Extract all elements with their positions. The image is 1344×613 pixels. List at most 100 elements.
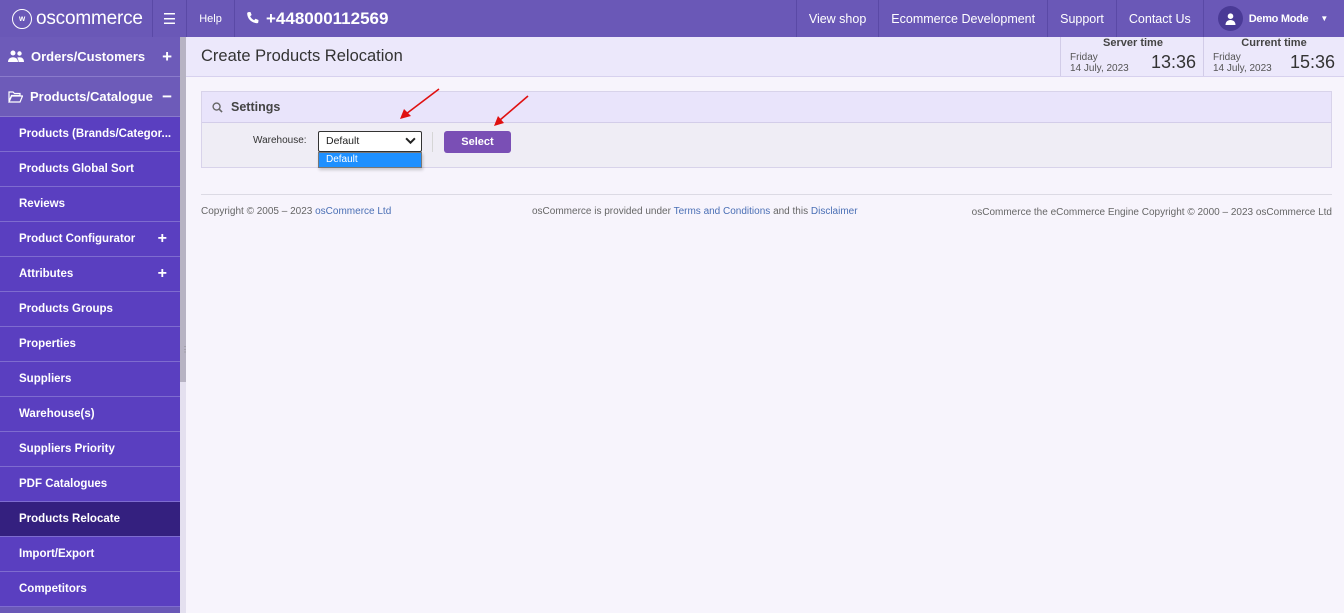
plus-icon[interactable]: +	[162, 47, 172, 67]
chevron-down-icon	[405, 137, 416, 145]
phone-text: +448000112569	[266, 8, 389, 28]
sidebar-item-products-groups[interactable]: Products Groups	[0, 292, 180, 327]
sidebar-item-suppliers[interactable]: Suppliers	[0, 362, 180, 397]
sidebar-group-label: Products/Catalogue	[30, 89, 153, 104]
phone-icon	[247, 11, 259, 24]
footer-engine-copyright: osCommerce the eCommerce Engine Copyrigh…	[971, 207, 1332, 218]
search-icon	[212, 101, 223, 113]
select-button[interactable]: Select	[444, 131, 511, 153]
resize-grip-icon[interactable]: ⋮	[181, 345, 189, 354]
folder-open-icon	[8, 90, 23, 103]
help-button[interactable]: Help	[187, 0, 235, 37]
server-time-label: Server time	[1103, 37, 1163, 49]
user-icon	[1225, 12, 1236, 25]
sidebar-group-products-catalogue[interactable]: Products/Catalogue −	[0, 77, 180, 117]
current-time-date-text: 14 July, 2023	[1213, 63, 1272, 74]
sidebar-item-label: Attributes	[19, 268, 74, 280]
server-time-value: 13:36	[1150, 52, 1196, 72]
sidebar-item-products-relocate[interactable]: Products Relocate	[0, 502, 180, 537]
sidebar-item-label: Products Relocate	[19, 513, 120, 525]
sidebar-item-import-export[interactable]: Import/Export	[0, 537, 180, 572]
sidebar-scrollbar[interactable]: ⋮	[180, 37, 189, 613]
sidebar-item-label: Properties	[19, 338, 76, 350]
settings-panel: Settings Warehouse: Default Default Sele…	[201, 91, 1332, 168]
sidebar-item-label: Products Global Sort	[19, 163, 135, 175]
current-time-date: Friday 14 July, 2023	[1213, 52, 1272, 74]
footer-provided-text: osCommerce is provided under	[532, 206, 671, 217]
users-icon	[8, 50, 24, 62]
footer-terms: osCommerce is provided under Terms and C…	[532, 206, 858, 217]
divider	[432, 132, 433, 152]
top-links: View shop Ecommerce Development Support …	[795, 0, 1203, 37]
sidebar-item-products-global-sort[interactable]: Products Global Sort	[0, 152, 180, 187]
sidebar-item-suppliers-priority[interactable]: Suppliers Priority	[0, 432, 180, 467]
page-header: Create Products Relocation Server time F…	[186, 37, 1344, 77]
plus-icon[interactable]: +	[158, 265, 167, 283]
phone-number: +448000112569	[235, 9, 796, 29]
warehouse-select-value: Default	[326, 135, 360, 147]
settings-header: Settings	[202, 92, 1331, 123]
sidebar-item-label: Suppliers Priority	[19, 443, 115, 455]
support-link[interactable]: Support	[1047, 0, 1116, 37]
top-bar: w oscommerce ☰ Help +448000112569 View s…	[0, 0, 1344, 37]
server-time-date-text: 14 July, 2023	[1070, 63, 1129, 74]
sidebar-item-warehouses[interactable]: Warehouse(s)	[0, 397, 180, 432]
logo-mark-icon: w	[12, 8, 32, 29]
server-time: Server time Friday 14 July, 2023 13:36	[1060, 37, 1205, 76]
footer-divider	[201, 194, 1332, 195]
caret-down-icon: ▼	[1320, 14, 1328, 23]
logo-text: oscommerce	[36, 7, 143, 29]
warehouse-select[interactable]: Default	[318, 131, 422, 152]
annotation-arrow-icon	[400, 88, 440, 119]
sidebar-item-pdf-catalogues[interactable]: PDF Catalogues	[0, 467, 180, 502]
sidebar: Orders/Customers + Products/Catalogue − …	[0, 37, 180, 613]
sidebar-item-products-brands-categories[interactable]: Products (Brands/Categor...	[0, 117, 180, 152]
footer-copyright: Copyright © 2005 – 2023 osCommerce Ltd	[201, 206, 391, 217]
sidebar-group-label: Orders/Customers	[31, 49, 146, 64]
settings-heading: Settings	[231, 100, 281, 114]
minus-icon[interactable]: −	[162, 87, 172, 107]
menu-toggle-button[interactable]: ☰	[152, 0, 187, 37]
user-name: Demo Mode	[1248, 12, 1309, 25]
sidebar-item-label: Reviews	[19, 198, 66, 210]
page-title: Create Products Relocation	[201, 47, 403, 65]
annotation-arrow-icon	[494, 95, 529, 126]
scrollbar-thumb[interactable]	[180, 37, 186, 382]
sidebar-item-label: Suppliers	[19, 373, 72, 385]
user-menu[interactable]: Demo Mode ▼	[1202, 0, 1344, 37]
warehouse-option-default[interactable]: Default	[319, 153, 421, 167]
sidebar-item-label: Warehouse(s)	[19, 408, 95, 420]
sidebar-item-label: Products Groups	[19, 303, 113, 315]
current-time: Current time Friday 14 July, 2023 15:36	[1203, 37, 1344, 76]
sidebar-item-label: PDF Catalogues	[19, 478, 108, 490]
sidebar-item-label: Competitors	[19, 583, 87, 595]
terms-link[interactable]: Terms and Conditions	[674, 206, 771, 217]
warehouse-dropdown-list: Default	[318, 152, 422, 168]
sidebar-item-competitors[interactable]: Competitors	[0, 572, 180, 607]
plus-icon[interactable]: +	[158, 230, 167, 248]
oscommerce-ltd-link[interactable]: osCommerce Ltd	[315, 206, 391, 217]
sidebar-item-reviews[interactable]: Reviews	[0, 187, 180, 222]
current-time-day: Friday	[1213, 52, 1241, 63]
sidebar-item-attributes[interactable]: Attributes +	[0, 257, 180, 292]
current-time-value: 15:36	[1289, 52, 1335, 72]
sidebar-group-orders-customers[interactable]: Orders/Customers +	[0, 37, 180, 77]
server-time-date: Friday 14 July, 2023	[1070, 52, 1129, 74]
disclaimer-link[interactable]: Disclaimer	[811, 206, 858, 217]
contact-us-link[interactable]: Contact Us	[1115, 0, 1203, 37]
hamburger-icon: ☰	[162, 10, 177, 28]
sidebar-item-label: Products (Brands/Categor...	[19, 128, 172, 140]
sidebar-item-properties[interactable]: Properties	[0, 327, 180, 362]
footer-and-this-text: and this	[773, 206, 809, 217]
avatar	[1217, 6, 1243, 31]
sidebar-item-label: Import/Export	[19, 548, 95, 560]
ecommerce-development-link[interactable]: Ecommerce Development	[878, 0, 1047, 37]
sidebar-item-product-configurator[interactable]: Product Configurator +	[0, 222, 180, 257]
server-time-day: Friday	[1070, 52, 1098, 63]
logo[interactable]: w oscommerce	[0, 0, 152, 37]
warehouse-label: Warehouse:	[253, 135, 307, 146]
view-shop-link[interactable]: View shop	[795, 0, 878, 37]
footer-copyright-text: Copyright © 2005 – 2023	[201, 206, 313, 217]
current-time-label: Current time	[1241, 37, 1307, 49]
sidebar-item-label: Product Configurator	[19, 233, 136, 245]
